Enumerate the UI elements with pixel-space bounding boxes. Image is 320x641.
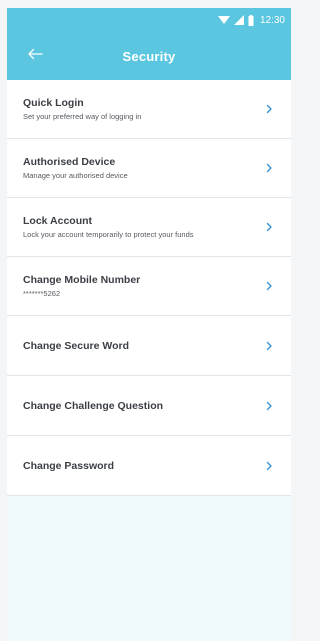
chevron-right-icon [266,461,272,470]
page-title: Security [122,48,176,64]
menu-item-change-secure-word[interactable]: Change Secure Word [7,316,291,376]
menu-item-authorised-device[interactable]: Authorised Device Manage your authorised… [7,139,291,198]
menu-item-title: Authorised Device [23,156,116,168]
chevron-right-icon [266,281,272,291]
arrow-left-icon [27,47,43,65]
menu-item-change-challenge-question[interactable]: Change Challenge Question [7,376,291,436]
back-button[interactable] [25,46,45,66]
menu-item-subtitle: Lock your account temporarily to protect… [23,230,194,239]
signal-icon [233,15,244,25]
chevron-right-icon [266,222,272,232]
menu-item-title: Change Challenge Question [23,399,164,412]
menu-item-subtitle: Set your preferred way of logging in [23,112,142,121]
menu-item-title: Quick Login [23,97,84,109]
battery-icon [248,14,254,26]
menu-item-change-password[interactable]: Change Password [7,436,291,496]
chevron-right-icon [266,163,272,173]
chevron-right-icon [266,104,272,114]
status-time: 12:30 [259,14,285,26]
chevron-right-icon [266,401,272,410]
menu-item-title: Change Password [23,459,115,472]
status-bar: 12:30 [7,8,291,32]
menu-item-quick-login[interactable]: Quick Login Set your preferred way of lo… [7,80,291,139]
menu-item-lock-account[interactable]: Lock Account Lock your account temporari… [7,198,291,257]
menu-item-change-mobile-number[interactable]: Change Mobile Number *******5262 [7,257,291,316]
menu-item-subtitle: Manage your authorised device [23,171,128,180]
menu-item-title: Change Secure Word [23,339,129,352]
menu-item-title: Lock Account [23,215,93,227]
chevron-right-icon [266,341,272,350]
phone-screen: 12:30 Security Quick Login Set your pref… [7,8,291,641]
app-bar: Security [7,32,291,80]
security-menu: Quick Login Set your preferred way of lo… [7,80,291,496]
wifi-icon [217,15,230,25]
masked-mobile-number: *******5262 [23,289,61,298]
menu-item-title: Change Mobile Number [23,274,141,286]
